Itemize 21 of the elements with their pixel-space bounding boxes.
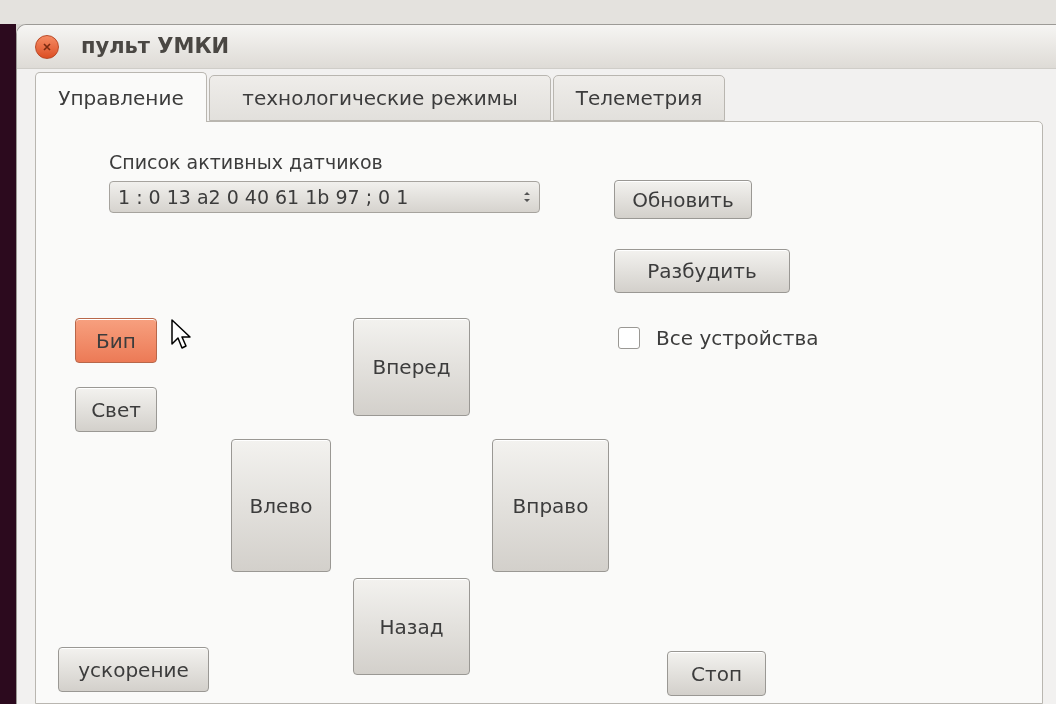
sensor-list-combo[interactable]: 1 : 0 13 a2 0 40 61 1b 97 ; 0 1 <box>109 181 540 213</box>
wake-button[interactable]: Разбудить <box>614 249 790 293</box>
refresh-button[interactable]: Обновить <box>614 180 752 219</box>
tab[interactable]: Управление <box>35 72 207 122</box>
light-button[interactable]: Свет <box>75 387 157 432</box>
beep-button[interactable]: Бип <box>75 318 157 363</box>
acceleration-button[interactable]: ускорение <box>58 647 209 692</box>
checkbox[interactable] <box>618 327 640 349</box>
checkbox-label: Все устройства <box>656 325 819 352</box>
tab[interactable]: Телеметрия <box>553 75 725 121</box>
window-title: пульт УМКИ <box>81 32 230 60</box>
left-button[interactable]: Влево <box>231 439 331 572</box>
mouse-cursor-icon <box>171 319 193 351</box>
back-button[interactable]: Назад <box>353 578 470 675</box>
stop-button[interactable]: Стоп <box>667 651 766 696</box>
close-icon[interactable] <box>35 34 59 59</box>
tab[interactable]: технологические режимы <box>209 75 551 121</box>
spinner-arrows-icon <box>523 190 531 204</box>
forward-button[interactable]: Вперед <box>353 318 470 416</box>
sensor-list-label: Список активных датчиков <box>109 151 384 173</box>
right-button[interactable]: Вправо <box>492 439 609 572</box>
